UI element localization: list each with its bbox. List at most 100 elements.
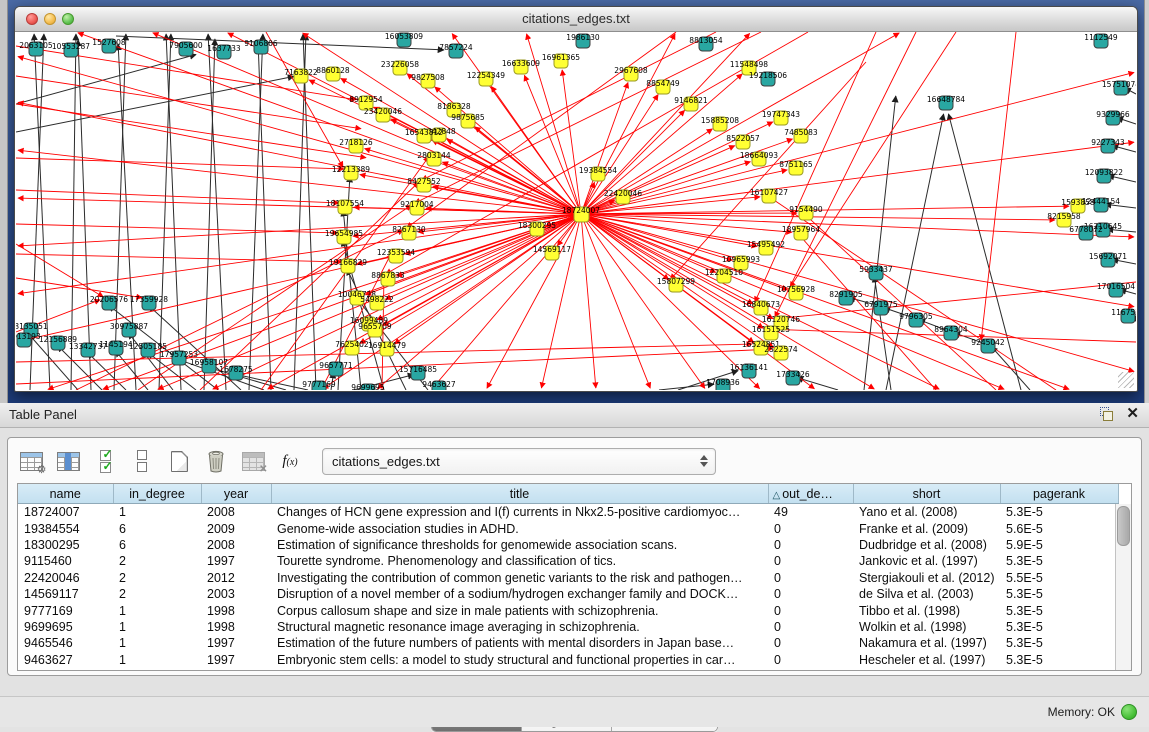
table-cell[interactable]: 18724007 — [18, 504, 113, 521]
table-cell[interactable]: 2009 — [201, 520, 271, 536]
table-cell[interactable]: 0 — [768, 553, 853, 569]
table-cell[interactable]: 5.6E-5 — [1000, 520, 1118, 536]
table-cell[interactable]: 9777169 — [18, 602, 113, 618]
network-window[interactable]: citations_edges.txt 12213389181075541965… — [14, 6, 1138, 392]
table-cell[interactable]: 2 — [113, 586, 201, 602]
table-cell[interactable]: 0 — [768, 537, 853, 553]
table-settings-button[interactable]: ⚙ — [18, 448, 44, 474]
delete-rows-button[interactable] — [203, 448, 229, 474]
table-cell[interactable]: 5.3E-5 — [1000, 586, 1118, 602]
table-cell[interactable]: Corpus callosum shape and size in male p… — [271, 602, 768, 618]
table-cell[interactable]: 0 — [768, 570, 853, 586]
table-cell[interactable]: 5.3E-5 — [1000, 635, 1118, 651]
table-cell[interactable]: 2008 — [201, 537, 271, 553]
table-cell[interactable]: 1 — [113, 619, 201, 635]
table-cell[interactable]: 5.5E-5 — [1000, 570, 1118, 586]
table-cell[interactable]: 1 — [113, 652, 201, 668]
column-header[interactable]: title — [271, 484, 768, 504]
table-row[interactable]: 911546021997Tourette syndrome. Phenomeno… — [18, 553, 1118, 569]
table-cell[interactable]: Disruption of a novel member of a sodium… — [271, 586, 768, 602]
table-cell[interactable]: 2 — [113, 553, 201, 569]
column-header[interactable]: △out_de… — [768, 484, 853, 504]
table-cell[interactable]: 1 — [113, 504, 201, 521]
table-cell[interactable]: 9115460 — [18, 553, 113, 569]
table-cell[interactable]: 1997 — [201, 652, 271, 668]
network-view[interactable]: 1221338918107554196549851916682910046728… — [16, 32, 1136, 390]
table-cell[interactable]: 0 — [768, 602, 853, 618]
table-cell[interactable]: Tourette syndrome. Phenomenology and cla… — [271, 553, 768, 569]
column-header[interactable]: year — [201, 484, 271, 504]
table-cell[interactable]: 5.3E-5 — [1000, 602, 1118, 618]
table-cell[interactable]: 19384554 — [18, 520, 113, 536]
table-row[interactable]: 946362711997Embryonic stem cells: a mode… — [18, 652, 1118, 668]
table-cell[interactable]: 5.3E-5 — [1000, 553, 1118, 569]
table-cell[interactable]: Changes of HCN gene expression and I(f) … — [271, 504, 768, 521]
table-cell[interactable]: 5.3E-5 — [1000, 619, 1118, 635]
network-window-titlebar[interactable]: citations_edges.txt — [15, 7, 1137, 32]
table-cell[interactable]: 0 — [768, 635, 853, 651]
table-cell[interactable]: 18300295 — [18, 537, 113, 553]
table-cell[interactable]: 5.3E-5 — [1000, 504, 1118, 521]
table-cell[interactable]: 49 — [768, 504, 853, 521]
table-row[interactable]: 2242004622012Investigating the contribut… — [18, 570, 1118, 586]
table-cell[interactable]: Structural magnetic resonance image aver… — [271, 619, 768, 635]
table-cell[interactable]: 6 — [113, 537, 201, 553]
table-row[interactable]: 969969511998Structural magnetic resonanc… — [18, 619, 1118, 635]
node-table-grid[interactable]: namein_degreeyeartitle△out_de…shortpager… — [18, 484, 1119, 668]
table-row[interactable]: 1830029562008Estimation of significance … — [18, 537, 1118, 553]
table-cell[interactable]: Dudbridge et al. (2008) — [853, 537, 1000, 553]
table-cell[interactable]: 1998 — [201, 602, 271, 618]
table-cell[interactable]: 9463627 — [18, 652, 113, 668]
table-cell[interactable]: 5.3E-5 — [1000, 652, 1118, 668]
table-cell[interactable]: 0 — [768, 520, 853, 536]
table-cell[interactable]: 1 — [113, 602, 201, 618]
table-vertical-scrollbar[interactable] — [1115, 504, 1131, 670]
table-cell[interactable]: 0 — [768, 652, 853, 668]
table-cell[interactable]: Estimation of the future numbers of pati… — [271, 635, 768, 651]
table-cell[interactable]: 2012 — [201, 570, 271, 586]
table-cell[interactable]: 1997 — [201, 553, 271, 569]
table-cell[interactable]: 2008 — [201, 504, 271, 521]
table-row[interactable]: 946554611997Estimation of the future num… — [18, 635, 1118, 651]
scrollbar-thumb[interactable] — [1117, 506, 1130, 546]
table-cell[interactable]: 9465546 — [18, 635, 113, 651]
table-cell[interactable]: Investigating the contribution of common… — [271, 570, 768, 586]
table-row[interactable]: 1938455462009Genome-wide association stu… — [18, 520, 1118, 536]
close-panel-icon[interactable]: ✕ — [1126, 407, 1139, 421]
table-cell[interactable]: Yano et al. (2008) — [853, 504, 1000, 521]
table-cell[interactable]: Jankovic et al. (1997) — [853, 553, 1000, 569]
table-cell[interactable]: Hescheler et al. (1997) — [853, 652, 1000, 668]
table-cell[interactable]: Wolkin et al. (1998) — [853, 619, 1000, 635]
table-cell[interactable]: 9699695 — [18, 619, 113, 635]
table-cell[interactable]: Nakamura et al. (1997) — [853, 635, 1000, 651]
select-all-button[interactable] — [92, 448, 118, 474]
table-cell[interactable]: 5.9E-5 — [1000, 537, 1118, 553]
window-resize-grip[interactable] — [1118, 372, 1134, 388]
delete-table-button[interactable]: ✕ — [240, 448, 266, 474]
column-header[interactable]: pagerank — [1000, 484, 1118, 504]
table-cell[interactable]: Stergiakouli et al. (2012) — [853, 570, 1000, 586]
table-cell[interactable]: 2003 — [201, 586, 271, 602]
column-header[interactable]: in_degree — [113, 484, 201, 504]
select-columns-button[interactable] — [55, 448, 81, 474]
table-row[interactable]: 977716911998Corpus callosum shape and si… — [18, 602, 1118, 618]
table-cell[interactable]: 14569117 — [18, 586, 113, 602]
table-cell[interactable]: 6 — [113, 520, 201, 536]
table-row[interactable]: 1872400712008Changes of HCN gene express… — [18, 504, 1118, 521]
table-cell[interactable]: 1997 — [201, 635, 271, 651]
deselect-all-button[interactable] — [129, 448, 155, 474]
table-cell[interactable]: 0 — [768, 619, 853, 635]
function-builder-button[interactable]: f(x) — [277, 448, 303, 474]
table-cell[interactable]: Genome-wide association studies in ADHD. — [271, 520, 768, 536]
table-row[interactable]: 1456911722003Disruption of a novel membe… — [18, 586, 1118, 602]
table-cell[interactable]: Estimation of significance thresholds fo… — [271, 537, 768, 553]
table-cell[interactable]: 22420046 — [18, 570, 113, 586]
column-header[interactable]: short — [853, 484, 1000, 504]
new-table-button[interactable] — [166, 448, 192, 474]
table-cell[interactable]: 1998 — [201, 619, 271, 635]
table-cell[interactable]: de Silva et al. (2003) — [853, 586, 1000, 602]
table-cell[interactable]: Franke et al. (2009) — [853, 520, 1000, 536]
float-panel-icon[interactable] — [1100, 407, 1114, 421]
table-cell[interactable]: Tibbo et al. (1998) — [853, 602, 1000, 618]
table-cell[interactable]: 1 — [113, 635, 201, 651]
